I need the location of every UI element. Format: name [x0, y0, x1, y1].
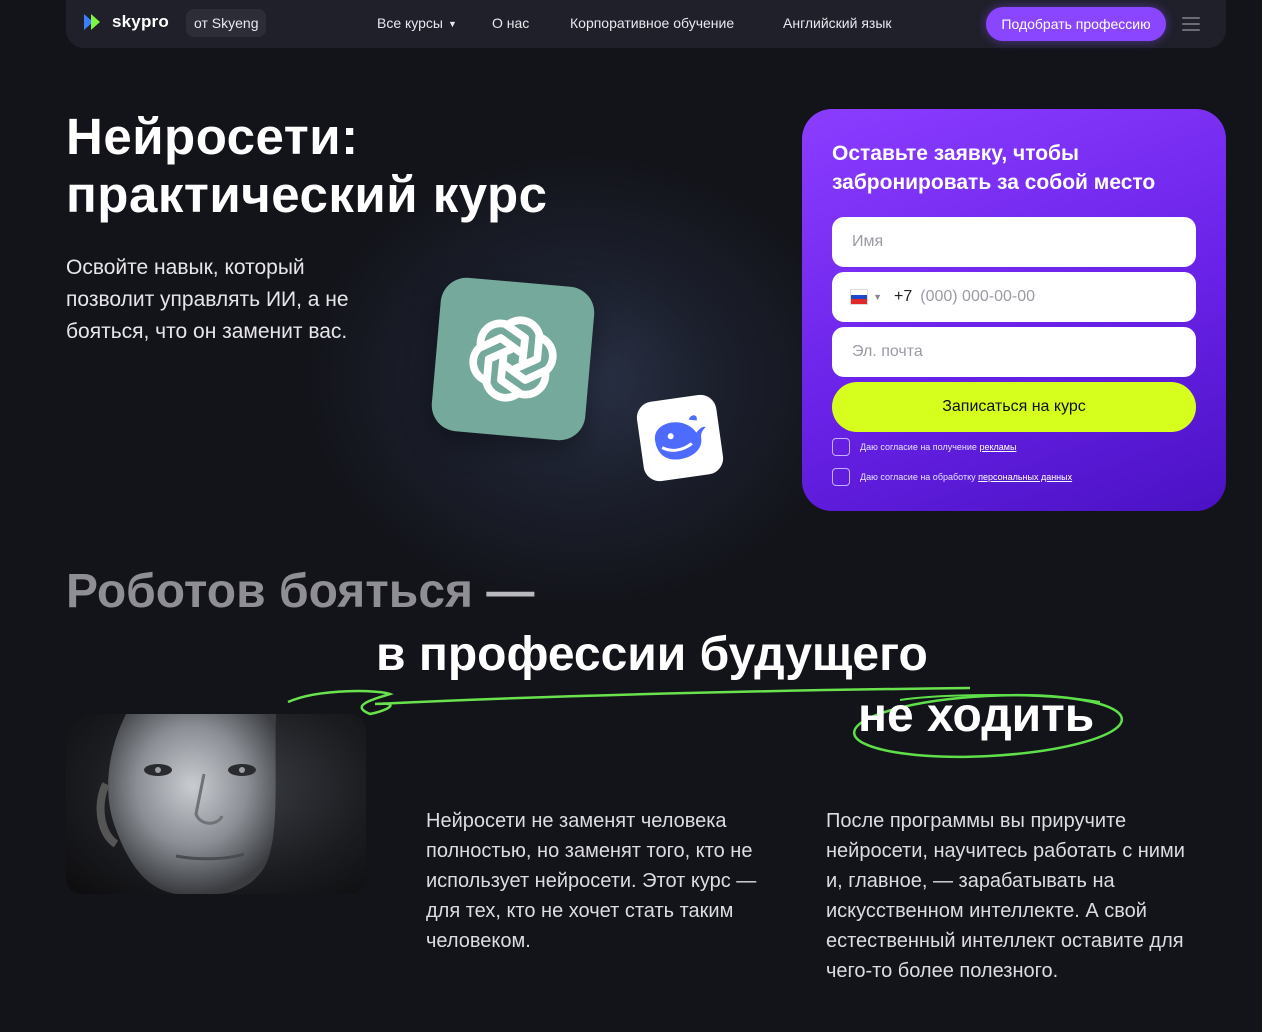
consent-ads-label: Даю согласие на получение рекламы	[860, 442, 1016, 452]
consent-data-checkbox[interactable]	[832, 468, 850, 486]
skypro-logo[interactable]: skypro	[84, 12, 169, 32]
consent-ads: Даю согласие на получение рекламы	[832, 438, 1016, 456]
consent-data-text: Даю согласие на обработку	[860, 472, 979, 482]
email-input[interactable]	[832, 327, 1196, 377]
nav-corporate[interactable]: Корпоративное обучение	[570, 15, 734, 31]
skyeng-badge[interactable]: от Skyeng	[186, 9, 267, 37]
consent-data-link[interactable]: персональных данных	[978, 472, 1072, 482]
signup-form: Оставьте заявку, чтобы забронировать за …	[802, 109, 1226, 511]
deepseek-whale-icon	[634, 392, 726, 484]
consent-data: Даю согласие на обработку персональных д…	[832, 468, 1072, 486]
logo-text: skypro	[112, 12, 169, 31]
phone-country-code: +7	[894, 288, 913, 305]
enroll-button[interactable]: Записаться на курс	[832, 382, 1196, 432]
section-heading-part2: в профессии будущего	[376, 628, 928, 681]
hero-title-line2: практический курс	[66, 166, 548, 223]
email-field[interactable]	[832, 327, 1196, 377]
section-heading-part3: не ходить	[858, 689, 1095, 742]
name-input[interactable]	[832, 217, 1196, 267]
form-title: Оставьте заявку, чтобы забронировать за …	[832, 142, 1156, 194]
menu-icon[interactable]	[1182, 17, 1200, 35]
hero-subtitle: Освойте навык, который позволит управлят…	[66, 256, 349, 343]
nav-all-courses[interactable]: Все курсы ▼	[377, 15, 457, 31]
nav-all-courses-label: Все курсы	[377, 15, 443, 31]
choose-profession-button[interactable]: Подобрать профессию	[986, 7, 1166, 41]
russia-flag-icon[interactable]	[850, 289, 869, 305]
chevron-down-icon: ▼	[448, 19, 457, 30]
section-text-left: Нейросети не заменят человека полностью,…	[426, 810, 757, 952]
phone-input[interactable]	[912, 272, 1196, 322]
chevron-down-icon[interactable]: ▼	[873, 292, 882, 302]
logo-play-icon	[84, 14, 100, 30]
consent-ads-checkbox[interactable]	[832, 438, 850, 456]
section-text-right: После программы вы приручите нейросети, …	[826, 810, 1185, 982]
hero-title: Нейросети: практический курс	[66, 108, 547, 224]
section-heading-part1: Роботов бояться —	[66, 564, 534, 619]
hero-title-line1: Нейросети:	[66, 108, 359, 165]
consent-data-label: Даю согласие на обработку персональных д…	[860, 472, 1072, 482]
top-navbar: skypro от Skyeng Все курсы ▼ О нас Корпор…	[66, 0, 1226, 48]
nav-english[interactable]: Английский язык	[783, 15, 892, 31]
name-field[interactable]	[832, 217, 1196, 267]
section-heading-part1-text: Роботов бояться	[66, 565, 474, 618]
section-heading-dash: —	[486, 565, 535, 618]
consent-ads-link[interactable]: рекламы	[979, 442, 1016, 452]
robot-face-image	[66, 714, 366, 894]
nav-about[interactable]: О нас	[492, 15, 529, 31]
phone-field[interactable]: ▼ +7	[832, 272, 1196, 322]
chatgpt-logo-icon	[429, 275, 597, 443]
consent-ads-text: Даю согласие на получение	[860, 442, 980, 452]
